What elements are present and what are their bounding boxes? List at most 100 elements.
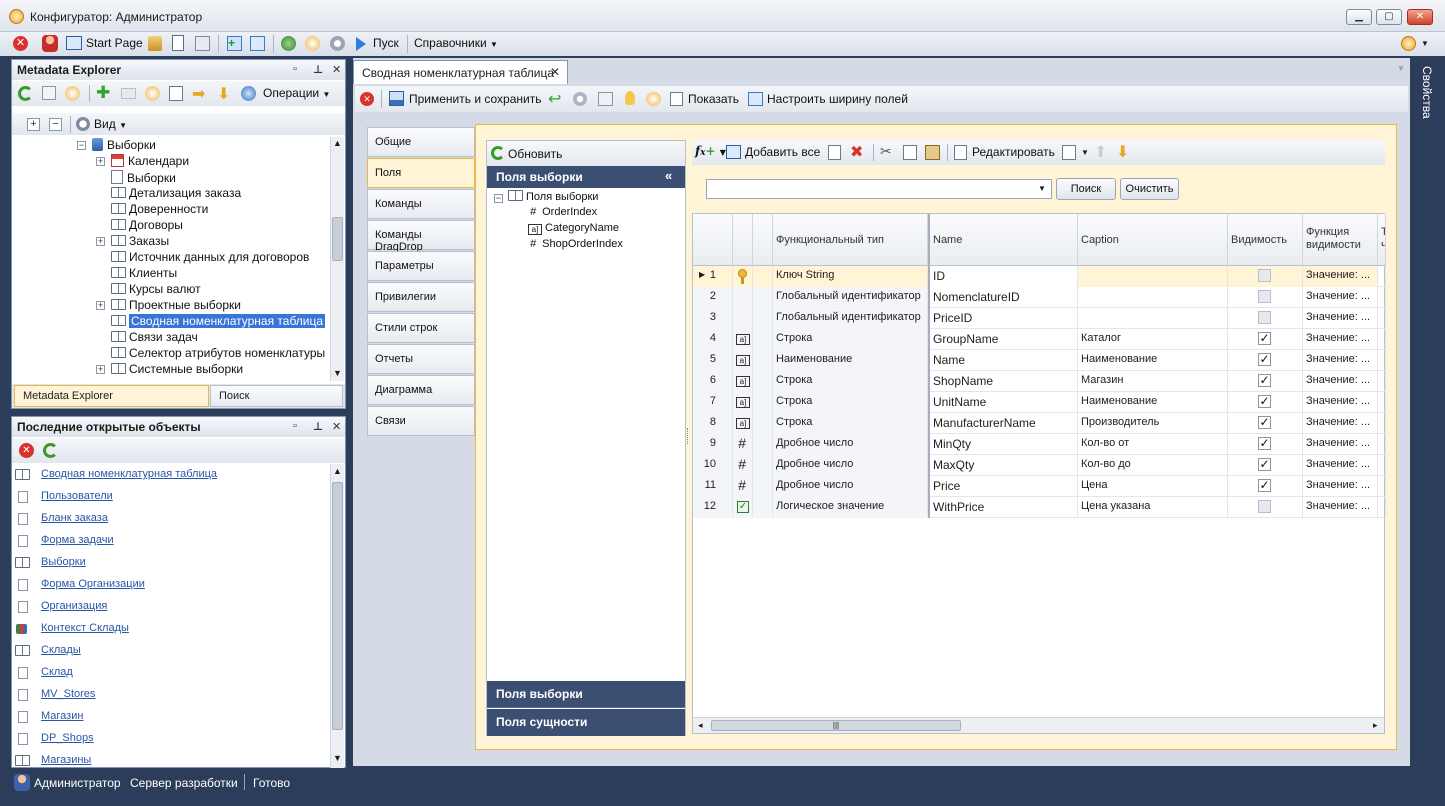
- gear-icon[interactable]: [573, 92, 587, 106]
- type-cell[interactable]: Глобальный идентификатор: [773, 287, 928, 308]
- visibility-function-cell[interactable]: Значение: ...: [1303, 371, 1378, 392]
- table-row[interactable]: ▶ 1 Ключ String ID Значение: ...: [693, 266, 1386, 287]
- paste-icon[interactable]: [925, 145, 940, 160]
- name-cell[interactable]: Price: [928, 476, 1078, 497]
- caption-cell[interactable]: Каталог: [1078, 329, 1228, 350]
- caption-cell[interactable]: [1078, 287, 1228, 308]
- minimize-button[interactable]: ▁: [1346, 9, 1372, 25]
- name-cell[interactable]: MaxQty: [928, 455, 1078, 476]
- run-button[interactable]: Пуск: [373, 36, 399, 50]
- refresh-button[interactable]: Обновить: [508, 147, 562, 161]
- delete-icon[interactable]: ✖: [850, 142, 863, 162]
- visibility-cell[interactable]: ✓: [1228, 350, 1303, 371]
- references-menu[interactable]: Справочники ▼: [414, 36, 498, 50]
- caption-cell[interactable]: Цена указана: [1078, 497, 1228, 518]
- tree-item[interactable]: Селектор атрибутов номенклатуры: [111, 346, 325, 360]
- tree-item[interactable]: Выборки: [111, 170, 176, 185]
- globe-icon[interactable]: [241, 86, 256, 101]
- close-icon[interactable]: ✕: [332, 63, 341, 76]
- scroll-right-icon[interactable]: ▸: [1373, 720, 1378, 731]
- tree-item[interactable]: Клиенты: [111, 266, 177, 280]
- visibility-cell[interactable]: ✓: [1228, 413, 1303, 434]
- chevron-down-icon[interactable]: ▼: [1038, 184, 1046, 193]
- table-row[interactable]: 12 ✓ Логическое значение WithPrice Цена указ…: [693, 497, 1386, 518]
- lightbulb-icon[interactable]: [625, 91, 635, 105]
- expand-all-icon[interactable]: +: [27, 118, 40, 131]
- recent-item[interactable]: Сводная номенклатурная таблица: [41, 468, 217, 480]
- recent-item[interactable]: Пользователи: [41, 490, 113, 502]
- caption-cell[interactable]: [1078, 308, 1228, 329]
- name-cell[interactable]: PriceID: [928, 308, 1078, 329]
- expand-toggle[interactable]: +: [96, 157, 105, 166]
- move-down-icon[interactable]: ⬇: [1116, 142, 1129, 162]
- close-button[interactable]: ✕: [1407, 9, 1433, 25]
- tab-commands[interactable]: Команды: [367, 189, 475, 219]
- visibility-function-cell[interactable]: Значение: ...: [1303, 287, 1378, 308]
- refresh-icon[interactable]: [43, 443, 58, 458]
- cancel-icon[interactable]: ✕: [360, 92, 374, 106]
- table-row[interactable]: 3 Глобальный идентификатор PriceID Значение…: [693, 308, 1386, 329]
- table-row[interactable]: 4 a] Строка GroupName Каталог ✓ Значение: ...: [693, 329, 1386, 350]
- section-entity-fields[interactable]: Поля сущности: [487, 709, 685, 736]
- pin-icon[interactable]: ⊥: [313, 420, 323, 433]
- visibility-checkbox[interactable]: [1258, 290, 1271, 303]
- visibility-cell[interactable]: ✓: [1228, 476, 1303, 497]
- caption-cell[interactable]: Кол-во до: [1078, 455, 1228, 476]
- collapse-all-icon[interactable]: −: [49, 118, 62, 131]
- name-cell[interactable]: NomenclatureID: [928, 287, 1078, 308]
- scroll-up-icon[interactable]: ▲: [333, 138, 342, 148]
- name-cell[interactable]: Name: [928, 350, 1078, 371]
- visibility-function-cell[interactable]: Значение: ...: [1303, 329, 1378, 350]
- type-cell[interactable]: Строка: [773, 392, 928, 413]
- scroll-thumb[interactable]: [332, 217, 343, 261]
- table-row[interactable]: 9 # Дробное число MinQty Кол-во от ✓ Значение:…: [693, 434, 1386, 455]
- name-cell[interactable]: GroupName: [928, 329, 1078, 350]
- visibility-function-cell[interactable]: Значение: ...: [1303, 392, 1378, 413]
- recent-item[interactable]: Форма Организации: [41, 578, 145, 590]
- visibility-checkbox[interactable]: ✓: [1258, 353, 1271, 366]
- caption-cell[interactable]: Цена: [1078, 476, 1228, 497]
- caption-cell[interactable]: Магазин: [1078, 371, 1228, 392]
- visibility-function-cell[interactable]: Значение: ...: [1303, 308, 1378, 329]
- edit-icon[interactable]: [954, 145, 967, 160]
- add-field-icon[interactable]: [828, 145, 841, 160]
- maximize-button[interactable]: ▢: [1376, 9, 1402, 25]
- collapse-panel-icon[interactable]: «: [665, 168, 672, 183]
- tree-scrollbar[interactable]: ▲ ▼: [330, 137, 344, 381]
- caption-cell[interactable]: Наименование: [1078, 350, 1228, 371]
- recent-item[interactable]: Организация: [41, 600, 107, 612]
- properties-panel-tab[interactable]: Свойства: [1416, 62, 1438, 132]
- recent-item[interactable]: Бланк заказа: [41, 512, 108, 524]
- visibility-checkbox[interactable]: [1258, 500, 1271, 513]
- name-cell[interactable]: ShopName: [928, 371, 1078, 392]
- tab-dragdrop-commands[interactable]: Команды DragDrop: [367, 220, 475, 253]
- table-row[interactable]: 2 Глобальный идентификатор NomenclatureID З…: [693, 287, 1386, 308]
- scroll-thumb[interactable]: |||: [711, 720, 961, 731]
- scroll-down-icon[interactable]: ▼: [333, 753, 342, 763]
- tab-parameters[interactable]: Параметры: [367, 251, 475, 281]
- document-tab[interactable]: Сводная номенклатурная таблица ✕: [353, 60, 568, 84]
- type-cell[interactable]: Строка: [773, 413, 928, 434]
- tree-item[interactable]: Календари: [111, 154, 189, 168]
- add-all-icon[interactable]: [726, 145, 741, 159]
- visibility-cell[interactable]: [1228, 266, 1303, 287]
- palette-icon[interactable]: [646, 92, 661, 106]
- type-cell[interactable]: Дробное число: [773, 476, 928, 497]
- visibility-function-cell[interactable]: Значение: ...: [1303, 476, 1378, 497]
- collapse-toggle[interactable]: −: [494, 194, 503, 203]
- visibility-function-cell[interactable]: Значение: ...: [1303, 413, 1378, 434]
- run-icon[interactable]: [356, 37, 366, 51]
- tab-links[interactable]: Связи: [367, 406, 475, 436]
- visibility-function-cell[interactable]: Значение: ...: [1303, 455, 1378, 476]
- recent-item[interactable]: Выборки: [41, 556, 86, 568]
- recent-item[interactable]: Магазины: [41, 754, 91, 766]
- arrow-right-icon[interactable]: ➡: [192, 84, 205, 104]
- type-cell[interactable]: Строка: [773, 329, 928, 350]
- caption-cell[interactable]: Кол-во от: [1078, 434, 1228, 455]
- visibility-checkbox[interactable]: ✓: [1258, 479, 1271, 492]
- recent-item[interactable]: Склад: [41, 666, 73, 678]
- window-position-icon[interactable]: ▫: [293, 63, 297, 75]
- recent-item[interactable]: Магазин: [41, 710, 83, 722]
- caption-cell[interactable]: Наименование: [1078, 392, 1228, 413]
- visibility-function-cell[interactable]: Значение: ...: [1303, 497, 1378, 518]
